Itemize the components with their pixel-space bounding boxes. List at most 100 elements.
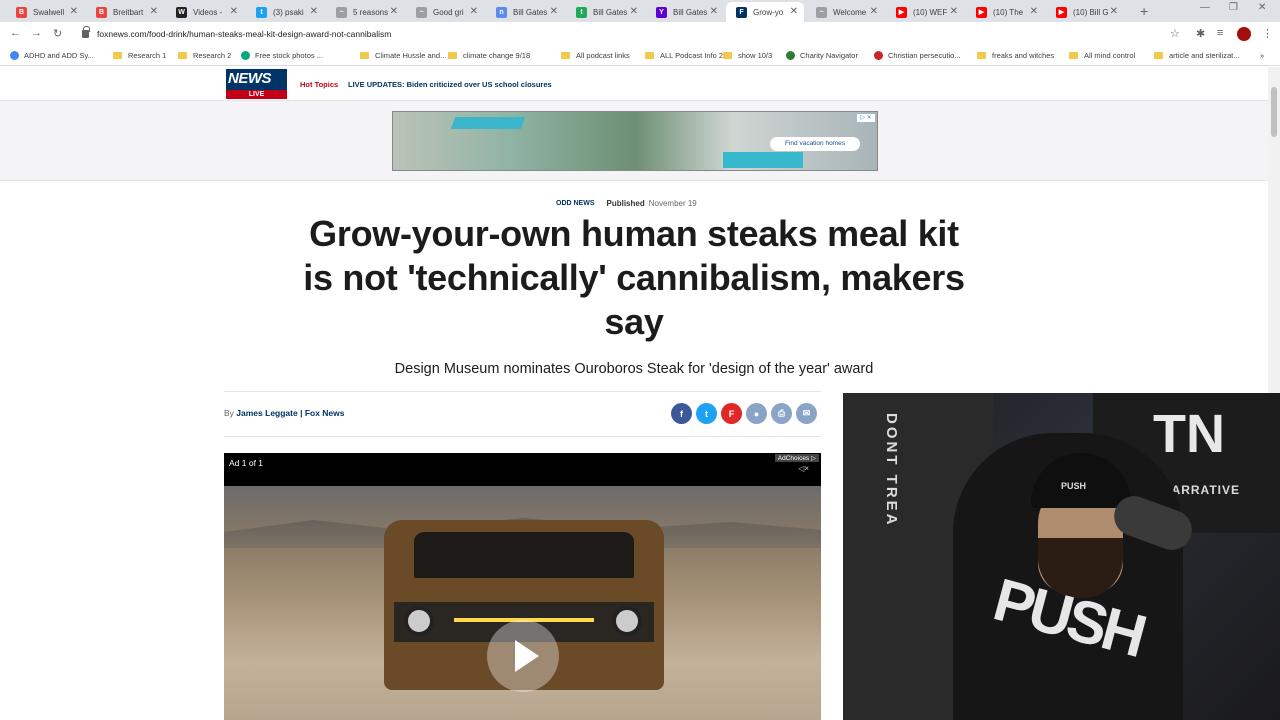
- tab-close-icon[interactable]: ✕: [790, 6, 798, 17]
- bookmark-item[interactable]: climate change 9/18: [448, 51, 530, 60]
- tab-close-icon[interactable]: ✕: [950, 6, 958, 17]
- bookmark-item[interactable]: article and sterilizat...: [1154, 51, 1239, 60]
- tab-11[interactable]: ▶ (10) WEF ✕: [886, 2, 964, 22]
- video-player[interactable]: Ad 1 of 1 AdChoices ▷ ◁×: [224, 453, 821, 720]
- play-icon[interactable]: [487, 620, 559, 692]
- banner-ad[interactable]: Find vacation homes ▷ ✕: [392, 111, 878, 171]
- bookmark-item[interactable]: ADHD and ADD Sy...: [10, 51, 94, 60]
- bookmark-label: show 10/3: [738, 51, 773, 60]
- ad-close-icon[interactable]: ▷ ✕: [857, 114, 875, 122]
- tab-close-icon[interactable]: ✕: [1110, 6, 1118, 17]
- live-updates-link[interactable]: LIVE UPDATES: Biden criticized over US s…: [348, 80, 552, 89]
- bookmark-label: Climate Hussle and...: [375, 51, 447, 60]
- tab-favicon-icon: ~: [416, 6, 427, 18]
- tab-8[interactable]: Y Bill Gates ✕: [646, 2, 724, 22]
- tab-3[interactable]: t (3) psaki ✕: [246, 2, 324, 22]
- minimize-button[interactable]: —: [1200, 2, 1210, 13]
- tab-favicon-icon: W: [176, 6, 187, 18]
- tab-label: Breitbart: [113, 7, 144, 17]
- site-favicon-icon: [874, 51, 883, 60]
- more-bookmarks-icon[interactable]: »: [1260, 51, 1264, 60]
- tab-close-icon[interactable]: ✕: [630, 6, 638, 17]
- bookmark-item[interactable]: Charity Navigator: [786, 51, 858, 60]
- reading-list-icon[interactable]: ≡: [1217, 27, 1223, 39]
- tab-close-icon[interactable]: ✕: [230, 6, 238, 17]
- ad-cta-button[interactable]: Find vacation homes: [770, 137, 860, 151]
- tab-close-icon[interactable]: ✕: [710, 6, 718, 17]
- facebook-icon[interactable]: f: [671, 403, 692, 424]
- lock-icon: [82, 26, 90, 38]
- ad-pool-shape: [723, 152, 803, 168]
- divider: [224, 436, 821, 437]
- folder-icon: [448, 52, 457, 59]
- tab-5[interactable]: ~ Good gri ✕: [406, 2, 484, 22]
- tab-close-icon[interactable]: ✕: [1030, 6, 1038, 17]
- forward-icon[interactable]: →: [31, 27, 42, 39]
- bookmark-label: Free stock photos ...: [255, 51, 323, 60]
- byline-author[interactable]: James Leggate | Fox News: [236, 408, 344, 418]
- published-date: November 19: [648, 199, 697, 208]
- bookmark-item[interactable]: ALL Podcast Info 2: [645, 51, 723, 60]
- tab-12[interactable]: ▶ (10) The ✕: [966, 2, 1044, 22]
- logo-text: NEWS: [228, 70, 272, 87]
- tab-label: 5 reasons: [353, 7, 389, 17]
- tab-2[interactable]: W Videos - ✕: [166, 2, 244, 22]
- tab-1[interactable]: B Breitbart ✕: [86, 2, 164, 22]
- tab-close-icon[interactable]: ✕: [550, 6, 558, 17]
- bookmark-item[interactable]: Christian persecutio...: [874, 51, 961, 60]
- tab-close-icon[interactable]: ✕: [310, 6, 318, 17]
- bookmark-label: climate change 9/18: [463, 51, 531, 60]
- tab-7[interactable]: t Bill Gates ✕: [566, 2, 644, 22]
- extensions-icon[interactable]: ✱: [1196, 27, 1205, 40]
- adchoices-icon[interactable]: AdChoices ▷: [774, 454, 819, 462]
- tab-close-icon[interactable]: ✕: [470, 6, 478, 17]
- twitter-icon[interactable]: t: [696, 403, 717, 424]
- tab-close-icon[interactable]: ✕: [870, 6, 878, 17]
- reload-icon[interactable]: ↻: [53, 27, 62, 40]
- tab-9[interactable]: F Grow-yo ✕: [726, 2, 804, 22]
- back-icon[interactable]: ←: [10, 27, 21, 39]
- category-link[interactable]: ODD NEWS: [556, 200, 595, 207]
- tab-favicon-icon: ~: [336, 6, 347, 18]
- address-bar[interactable]: foxnews.com/food-drink/human-steaks-meal…: [76, 24, 1156, 44]
- bookmark-item[interactable]: Research 1: [113, 51, 166, 60]
- fox-news-logo[interactable]: NEWS LIVE: [226, 69, 287, 99]
- maximize-button[interactable]: ❐: [1229, 2, 1238, 13]
- scrollbar-thumb[interactable]: [1271, 87, 1277, 137]
- close-window-button[interactable]: ✕: [1258, 2, 1266, 13]
- bookmark-item[interactable]: All mind control: [1069, 51, 1135, 60]
- headlamp: [404, 606, 434, 636]
- email-icon[interactable]: ✉: [796, 403, 817, 424]
- bookmark-item[interactable]: Climate Hussle and...: [360, 51, 446, 60]
- bookmark-item[interactable]: show 10/3: [723, 51, 772, 60]
- flipboard-icon[interactable]: F: [721, 403, 742, 424]
- tab-4[interactable]: ~5 reasons ✕: [326, 2, 404, 22]
- bookmark-item[interactable]: freaks and witches: [977, 51, 1054, 60]
- new-tab-button[interactable]: +: [1140, 3, 1148, 19]
- bookmark-star-icon[interactable]: ☆: [1170, 27, 1180, 40]
- folder-icon: [977, 52, 986, 59]
- tab-close-icon[interactable]: ✕: [390, 6, 398, 17]
- menu-icon[interactable]: ⋮: [1262, 27, 1273, 40]
- tab-label: Bill Gates: [513, 7, 548, 17]
- print-icon[interactable]: ⎙: [771, 403, 792, 424]
- tab-label: Swalwell: [33, 7, 65, 17]
- bookmark-item[interactable]: Research 2: [178, 51, 231, 60]
- tab-10[interactable]: ~ Welcome ✕: [806, 2, 884, 22]
- tab-close-icon[interactable]: ✕: [70, 6, 78, 17]
- folder-icon: [723, 52, 732, 59]
- article-meta: ODD NEWS Published November 19: [556, 199, 697, 208]
- tab-6[interactable]: n Bill Gates ✕: [486, 2, 564, 22]
- tab-13[interactable]: ▶ (10) Bill G ✕: [1046, 2, 1124, 22]
- bookmark-label: freaks and witches: [992, 51, 1055, 60]
- bookmark-label: Research 2: [193, 51, 232, 60]
- bookmark-item[interactable]: All podcast links: [561, 51, 630, 60]
- comments-icon[interactable]: ●: [746, 403, 767, 424]
- mute-icon[interactable]: ◁×: [798, 464, 809, 473]
- tab-0[interactable]: B Swalwell ✕: [6, 2, 84, 22]
- tab-close-icon[interactable]: ✕: [150, 6, 158, 17]
- poster-text: TN: [1153, 404, 1225, 464]
- video-ad-bar: Ad 1 of 1 AdChoices ▷ ◁×: [224, 453, 821, 486]
- profile-avatar[interactable]: [1237, 27, 1251, 41]
- bookmark-item[interactable]: Free stock photos ...: [241, 51, 323, 60]
